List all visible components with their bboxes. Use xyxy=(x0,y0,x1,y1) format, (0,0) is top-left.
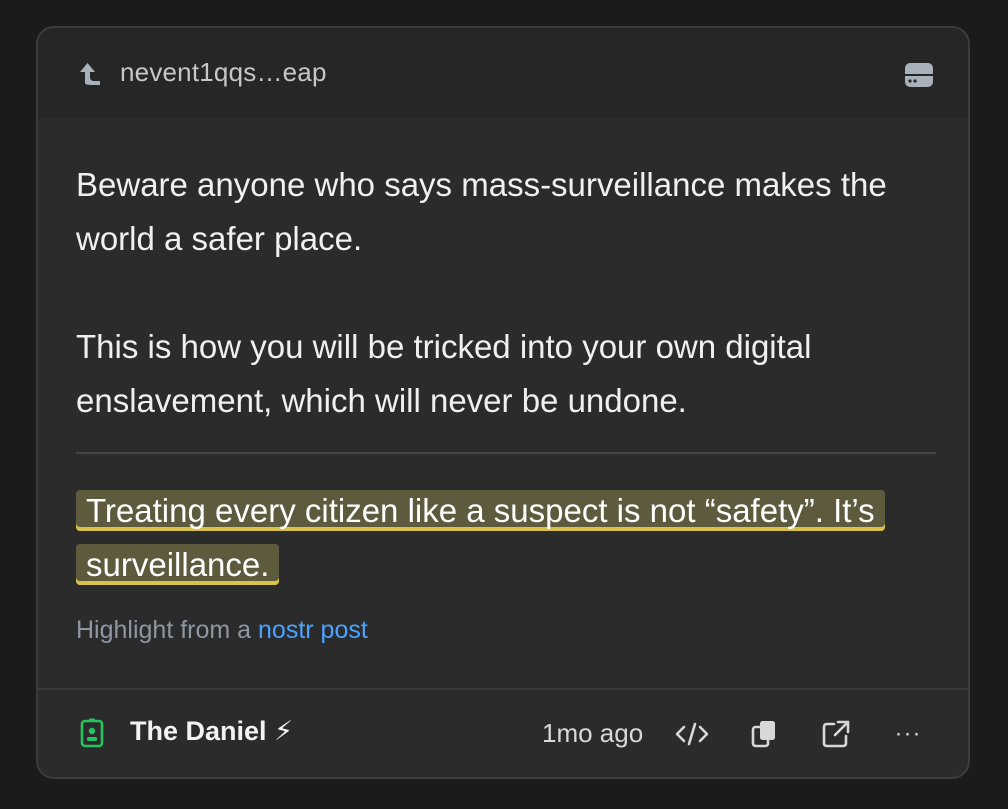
card-footer: The Daniel ⚡ 1mo ago ··· xyxy=(38,690,968,777)
reply-arrow-icon[interactable] xyxy=(76,60,104,88)
copy-icon xyxy=(751,721,775,748)
source-prefix: Highlight from a xyxy=(76,616,259,644)
view-source-button[interactable] xyxy=(674,718,710,750)
divider xyxy=(76,452,936,454)
event-id[interactable]: nevent1qqs…eap xyxy=(120,57,327,88)
highlight-source: Highlight from a nostr post xyxy=(76,616,368,645)
card-header: nevent1qqs…eap xyxy=(38,28,968,118)
copy-button[interactable] xyxy=(746,718,782,750)
highlight-quote: Treating every citizen like a suspect is… xyxy=(76,484,936,592)
nostr-post-link[interactable]: nostr post xyxy=(258,616,368,644)
more-options-button[interactable]: ··· xyxy=(890,718,926,750)
more-options-icon: ··· xyxy=(894,720,922,747)
open-external-button[interactable] xyxy=(818,718,854,750)
content-paragraph: Beware anyone who says mass-surveillance… xyxy=(76,166,887,257)
timestamp[interactable]: 1mo ago xyxy=(542,718,643,749)
note-card: nevent1qqs…eap Beware anyone who says ma… xyxy=(36,26,970,779)
content-paragraph: This is how you will be tricked into you… xyxy=(76,328,812,419)
server-icon[interactable] xyxy=(904,62,934,88)
author-name[interactable]: The Daniel ⚡ xyxy=(130,716,293,747)
id-badge-icon xyxy=(80,718,104,748)
external-link-icon xyxy=(822,720,850,748)
highlight-text: Treating every citizen like a suspect is… xyxy=(76,490,885,585)
code-icon xyxy=(675,722,709,746)
note-content: Beware anyone who says mass-surveillance… xyxy=(76,158,936,428)
